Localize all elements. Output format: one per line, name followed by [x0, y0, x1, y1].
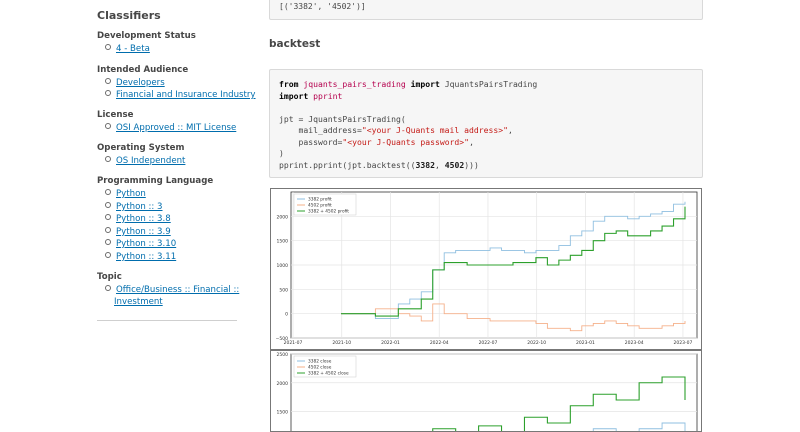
y-tick-label: 2500 — [277, 352, 289, 358]
classifier-link[interactable]: Python — [105, 188, 146, 200]
close-chart: 25002000150010003382 close4502 close3382… — [270, 350, 702, 432]
code-output-block: [('3382', '4502')] — [269, 0, 703, 20]
sidebar-divider — [97, 320, 237, 321]
classifier-link[interactable]: Developers — [105, 77, 165, 89]
x-tick-label: 2022-10 — [527, 340, 546, 346]
classifier-link[interactable]: Investment — [114, 296, 163, 308]
x-tick-label: 2023-04 — [625, 340, 644, 346]
group-heading-topic: Topic — [97, 272, 122, 282]
bullet-icon — [105, 227, 111, 233]
bullet-icon — [105, 78, 111, 84]
bullet-icon — [105, 123, 111, 129]
classifier-link[interactable]: OSI Approved :: MIT License — [105, 122, 236, 134]
classifier-link[interactable]: Python :: 3 — [105, 201, 163, 213]
y-tick-label: 1500 — [277, 410, 289, 416]
x-tick-label: 2022-07 — [479, 340, 498, 346]
x-tick-label: 2022-01 — [381, 340, 400, 346]
section-heading: backtest — [269, 38, 321, 50]
bullet-icon — [105, 239, 111, 245]
series-line-3 — [432, 376, 686, 431]
y-tick-label: 2000 — [277, 214, 289, 220]
bullet-icon — [105, 90, 111, 96]
classifier-link[interactable]: Python :: 3.9 — [105, 226, 171, 238]
x-tick-label: 2021-10 — [332, 340, 351, 346]
group-heading-license: License — [97, 110, 134, 120]
group-heading-operating-system: Operating System — [97, 143, 185, 153]
y-tick-label: 2000 — [277, 381, 289, 387]
x-tick-label: 2023-07 — [674, 340, 693, 346]
classifier-link[interactable]: Office/Business :: Financial :: — [105, 284, 239, 296]
bullet-icon — [105, 285, 111, 291]
series-line-3 — [341, 206, 686, 317]
y-tick-label: 1000 — [277, 263, 289, 269]
classifier-link[interactable]: Python :: 3.8 — [105, 213, 171, 225]
classifier-link[interactable]: Financial and Insurance Industry — [105, 89, 256, 101]
legend-label: 4502 profit — [308, 203, 332, 209]
code-output-text: [('3382', '4502')] — [279, 2, 366, 11]
classifier-link[interactable]: Python :: 3.10 — [105, 238, 176, 250]
group-heading-programming-language: Programming Language — [97, 176, 214, 186]
profit-chart: 2000 1500 1000 500 0 −500 2021-07 2021-10 2022-0… — [270, 188, 702, 350]
bullet-icon — [105, 189, 111, 195]
code-text: from jquants_pairs_trading import Jquant… — [279, 79, 538, 170]
legend-label: 3382 close — [308, 359, 332, 365]
x-tick-label: 2021-07 — [284, 340, 303, 346]
legend-label: 4502 close — [308, 365, 332, 371]
series-line-1 — [592, 422, 686, 431]
code-block: from jquants_pairs_trading import Jquant… — [269, 69, 703, 178]
legend-label: 3382 + 4502 close — [308, 371, 349, 377]
y-tick-label: 1500 — [277, 239, 289, 245]
y-tick-label: 0 — [285, 312, 288, 318]
bullet-icon — [105, 252, 111, 258]
classifier-link[interactable]: Python :: 3.11 — [105, 251, 176, 263]
close-chart-svg: 25002000150010003382 close4502 close3382… — [277, 352, 698, 431]
bullet-icon — [105, 202, 111, 208]
group-heading-intended-audience: Intended Audience — [97, 65, 189, 75]
y-tick-label: 500 — [279, 287, 288, 293]
profit-chart-svg: 2000150010005000−5002021-07 2021-10 2022-0… — [276, 191, 698, 346]
group-heading-development-status: Development Status — [97, 31, 196, 41]
x-tick-label: 2022-04 — [430, 340, 449, 346]
bullet-icon — [105, 156, 111, 162]
bullet-icon — [105, 44, 111, 50]
classifier-link[interactable]: 4 - Beta — [105, 43, 150, 55]
series-line-2 — [341, 303, 686, 332]
series-line-1 — [341, 201, 686, 319]
sidebar-title: Classifiers — [97, 9, 161, 22]
legend-label: 3382 + 4502 profit — [308, 209, 349, 215]
x-tick-label: 2023-01 — [576, 340, 595, 346]
classifier-link[interactable]: OS Independent — [105, 155, 185, 167]
bullet-icon — [105, 214, 111, 220]
legend-label: 3382 profit — [308, 197, 332, 203]
